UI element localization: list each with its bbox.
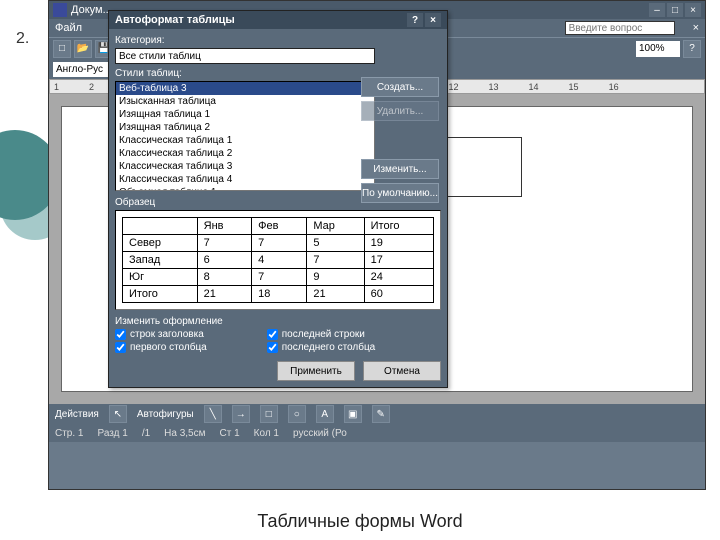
status-page: Стр. 1 <box>55 428 83 439</box>
preview-cell: 18 <box>252 286 307 303</box>
help-icon[interactable]: ? <box>683 40 701 58</box>
actions-menu[interactable]: Действия <box>55 409 99 420</box>
check-last-col[interactable]: последнего столбца <box>267 342 376 353</box>
style-item[interactable]: Веб-таблица 3 <box>116 82 374 95</box>
preview-cell: Юг <box>123 269 198 286</box>
maximize-button[interactable]: □ <box>667 3 683 17</box>
style-item[interactable]: Классическая таблица 3 <box>116 160 374 173</box>
cancel-button[interactable]: Отмена <box>363 361 441 381</box>
oval-icon[interactable]: ○ <box>288 405 306 423</box>
preview-header <box>123 218 198 235</box>
preview-cell: 6 <box>197 252 252 269</box>
dialog-title: Автоформат таблицы <box>115 14 235 26</box>
menu-close-doc[interactable]: × <box>693 22 699 34</box>
doc-title: Докум... <box>71 4 112 16</box>
style-item[interactable]: Изящная таблица 2 <box>116 121 374 134</box>
status-pages: /1 <box>142 428 150 439</box>
preview-cell: 7 <box>252 269 307 286</box>
status-section: Разд 1 <box>97 428 127 439</box>
open-icon[interactable]: 📂 <box>74 40 92 58</box>
line-icon[interactable]: ╲ <box>204 405 222 423</box>
window-controls: – □ × <box>649 3 701 17</box>
zoom-dropdown[interactable]: 100% <box>636 41 680 57</box>
preview-cell: 19 <box>364 235 433 252</box>
modify-button[interactable]: Изменить... <box>361 159 439 179</box>
preview-cell: 21 <box>197 286 252 303</box>
preview-cell: 8 <box>197 269 252 286</box>
drawing-toolbar: Действия ↖ Автофигуры ╲ → □ ○ A ▣ ✎ <box>49 404 705 424</box>
apply-button[interactable]: Применить <box>277 361 355 381</box>
preview-header: Итого <box>364 218 433 235</box>
style-item[interactable]: Классическая таблица 1 <box>116 134 374 147</box>
style-item[interactable]: Изящная таблица 1 <box>116 108 374 121</box>
close-button[interactable]: × <box>685 3 701 17</box>
slide-number: 2. <box>16 30 29 48</box>
preview-cell: 21 <box>307 286 364 303</box>
preview-cell: 7 <box>197 235 252 252</box>
preview-header: Фев <box>252 218 307 235</box>
new-icon[interactable]: □ <box>53 40 71 58</box>
create-button[interactable]: Создать... <box>361 77 439 97</box>
preview-table: ЯнвФевМарИтогоСевер77519Запад64717Юг8792… <box>122 217 434 303</box>
style-item[interactable]: Изысканная таблица <box>116 95 374 108</box>
format-checks: строк заголовка первого столбца последне… <box>115 329 441 353</box>
style-item[interactable]: Классическая таблица 2 <box>116 147 374 160</box>
slide-caption: Табличные формы Word <box>0 511 720 532</box>
dialog-side-buttons: Создать... Удалить... Изменить... По умо… <box>361 77 439 203</box>
help-search-input[interactable] <box>565 21 675 35</box>
dialog-window-controls: ? × <box>407 13 441 27</box>
status-line: Ст 1 <box>220 428 240 439</box>
preview-cell: 17 <box>364 252 433 269</box>
check-last-row[interactable]: последней строки <box>267 329 376 340</box>
dialog-footer: Применить Отмена <box>115 361 441 381</box>
preview-header: Янв <box>197 218 252 235</box>
dialog-titlebar: Автоформат таблицы ? × <box>109 11 447 29</box>
word-icon <box>53 3 67 17</box>
preview-box: ЯнвФевМарИтогоСевер77519Запад64717Юг8792… <box>115 210 441 310</box>
format-label: Изменить оформление <box>115 316 441 327</box>
preview-cell: Итого <box>123 286 198 303</box>
line-color-icon[interactable]: ✎ <box>372 405 390 423</box>
style-item[interactable]: Объемная таблица 1 <box>116 186 374 191</box>
preview-cell: 7 <box>307 252 364 269</box>
dialog-close-button[interactable]: × <box>425 13 441 27</box>
rect-icon[interactable]: □ <box>260 405 278 423</box>
status-lang: русский (Ро <box>293 428 347 439</box>
statusbar: Стр. 1 Разд 1 /1 На 3,5см Ст 1 Кол 1 рус… <box>49 424 705 442</box>
minimize-button[interactable]: – <box>649 3 665 17</box>
preview-cell: 7 <box>252 235 307 252</box>
category-label: Категория: <box>115 35 441 46</box>
styles-listbox[interactable]: Веб-таблица 3Изысканная таблицаИзящная т… <box>115 81 375 191</box>
preview-cell: Север <box>123 235 198 252</box>
autoshapes-menu[interactable]: Автофигуры <box>137 409 194 420</box>
fill-color-icon[interactable]: ▣ <box>344 405 362 423</box>
preview-header: Мар <box>307 218 364 235</box>
preview-cell: 5 <box>307 235 364 252</box>
menu-file[interactable]: Файл <box>55 22 82 34</box>
arrow-icon[interactable]: → <box>232 405 250 423</box>
preview-cell: 4 <box>252 252 307 269</box>
table-autoformat-dialog: Автоформат таблицы ? × Категория: Все ст… <box>108 10 448 388</box>
preview-cell: Запад <box>123 252 198 269</box>
status-col: Кол 1 <box>254 428 279 439</box>
pointer-icon[interactable]: ↖ <box>109 405 127 423</box>
textbox-icon[interactable]: A <box>316 405 334 423</box>
preview-cell: 24 <box>364 269 433 286</box>
dialog-body: Категория: Все стили таблиц Стили таблиц… <box>109 29 447 387</box>
default-button[interactable]: По умолчанию... <box>361 183 439 203</box>
category-dropdown[interactable]: Все стили таблиц <box>115 48 375 64</box>
delete-button[interactable]: Удалить... <box>361 101 439 121</box>
check-header-row[interactable]: строк заголовка <box>115 329 207 340</box>
language-pair-dropdown[interactable]: Англо-Рус <box>53 62 113 77</box>
preview-cell: 60 <box>364 286 433 303</box>
preview-cell: 9 <box>307 269 364 286</box>
dialog-help-button[interactable]: ? <box>407 13 423 27</box>
status-at: На 3,5см <box>164 428 205 439</box>
style-item[interactable]: Классическая таблица 4 <box>116 173 374 186</box>
check-first-col[interactable]: первого столбца <box>115 342 207 353</box>
